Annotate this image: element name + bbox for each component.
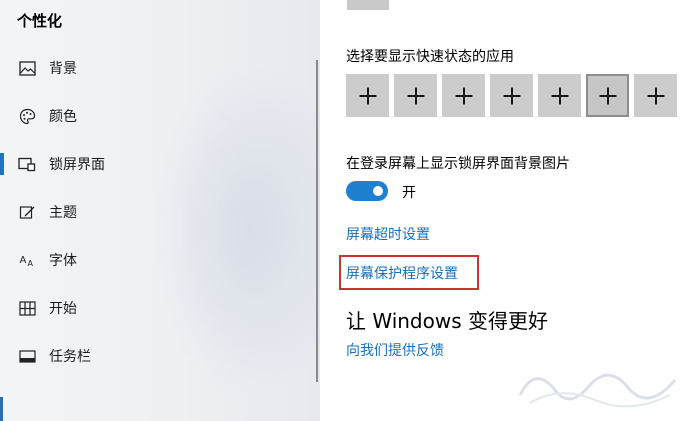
sidebar-item-start[interactable]: 开始 bbox=[0, 288, 310, 328]
svg-text:A: A bbox=[19, 255, 26, 266]
improve-windows-heading: 让 Windows 变得更好 bbox=[346, 309, 548, 333]
sidebar-item-lock-screen[interactable]: 锁屏界面 bbox=[0, 144, 310, 184]
start-grid-icon bbox=[18, 299, 36, 317]
main-content: 选择要显示快速状态的应用 在登录屏幕上显示锁屏界面背景图片 开 屏幕超时设置 屏… bbox=[320, 0, 696, 421]
quick-status-tile[interactable] bbox=[490, 74, 533, 117]
toggle-knob bbox=[373, 186, 383, 196]
quick-status-tile[interactable] bbox=[346, 74, 389, 117]
sidebar-item-background[interactable]: 背景 bbox=[0, 48, 310, 88]
show-background-toggle[interactable] bbox=[346, 181, 388, 201]
sidebar-item-taskbar[interactable]: 任务栏 bbox=[0, 336, 310, 376]
screen-timeout-link[interactable]: 屏幕超时设置 bbox=[346, 224, 430, 244]
cut-off-tile[interactable] bbox=[347, 0, 389, 10]
quick-status-tiles bbox=[346, 74, 682, 117]
font-icon: A A bbox=[18, 251, 36, 269]
watermark-decoration bbox=[518, 373, 677, 408]
sidebar-item-label: 任务栏 bbox=[49, 349, 91, 365]
quick-status-tile[interactable] bbox=[442, 74, 485, 117]
palette-icon bbox=[18, 107, 36, 125]
quick-status-label: 选择要显示快速状态的应用 bbox=[346, 49, 514, 65]
lock-screen-icon bbox=[18, 155, 36, 173]
feedback-link[interactable]: 向我们提供反馈 bbox=[346, 340, 444, 360]
toggle-state-label: 开 bbox=[402, 185, 416, 201]
sidebar-item-label: 锁屏界面 bbox=[49, 157, 105, 173]
image-icon bbox=[18, 59, 36, 77]
quick-status-tile[interactable] bbox=[394, 74, 437, 117]
sidebar-item-themes[interactable]: 主题 bbox=[0, 192, 310, 232]
quick-status-tile-selected[interactable] bbox=[586, 74, 629, 117]
quick-status-tile[interactable] bbox=[634, 74, 677, 117]
sidebar-item-label: 主题 bbox=[49, 205, 77, 221]
sidebar-item-label: 背景 bbox=[49, 61, 77, 77]
sidebar-item-label: 开始 bbox=[49, 301, 77, 317]
window-edge-accent bbox=[0, 397, 3, 421]
taskbar-icon bbox=[18, 347, 36, 365]
sidebar-item-fonts[interactable]: A A 字体 bbox=[0, 240, 310, 280]
quick-status-tile[interactable] bbox=[538, 74, 581, 117]
svg-text:A: A bbox=[27, 259, 33, 268]
sidebar: 个性化 背景 颜色 锁屏界面 主题 A A 字体 开始 任务栏 bbox=[0, 0, 320, 421]
show-background-label: 在登录屏幕上显示锁屏界面背景图片 bbox=[346, 156, 570, 172]
sidebar-item-colors[interactable]: 颜色 bbox=[0, 96, 310, 136]
sidebar-title: 个性化 bbox=[17, 12, 63, 30]
sidebar-scrollbar[interactable] bbox=[316, 60, 318, 382]
sidebar-item-label: 字体 bbox=[49, 253, 77, 269]
sidebar-item-label: 颜色 bbox=[49, 109, 77, 125]
theme-brush-icon bbox=[18, 203, 36, 221]
screensaver-settings-link[interactable]: 屏幕保护程序设置 bbox=[346, 263, 458, 283]
